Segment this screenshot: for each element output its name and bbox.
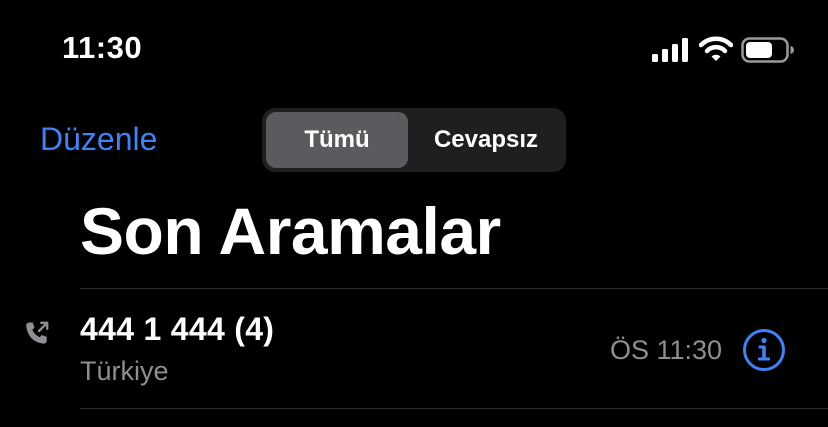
- edit-button[interactable]: Düzenle: [40, 121, 157, 158]
- segment-missed[interactable]: Cevapsız: [410, 112, 562, 168]
- status-bar: 11:30: [0, 0, 828, 100]
- call-name: 444 1 444 (4): [80, 311, 275, 347]
- page-title: Son Aramalar: [80, 194, 501, 268]
- outgoing-call-icon: [26, 321, 49, 344]
- call-label: Türkiye: [80, 356, 169, 386]
- wifi-icon: [699, 36, 733, 61]
- battery-icon: [741, 37, 794, 63]
- segment-all[interactable]: Tümü: [266, 112, 408, 168]
- list-divider: [80, 408, 828, 409]
- call-row[interactable]: 444 1 444 (4) Türkiye ÖS 11:30: [0, 289, 828, 408]
- call-time: ÖS 11:30: [610, 335, 723, 365]
- cellular-signal-icon: [652, 38, 688, 62]
- info-icon[interactable]: [742, 328, 786, 372]
- segmented-control: Tümü Cevapsız: [262, 108, 566, 172]
- status-time: 11:30: [62, 30, 143, 65]
